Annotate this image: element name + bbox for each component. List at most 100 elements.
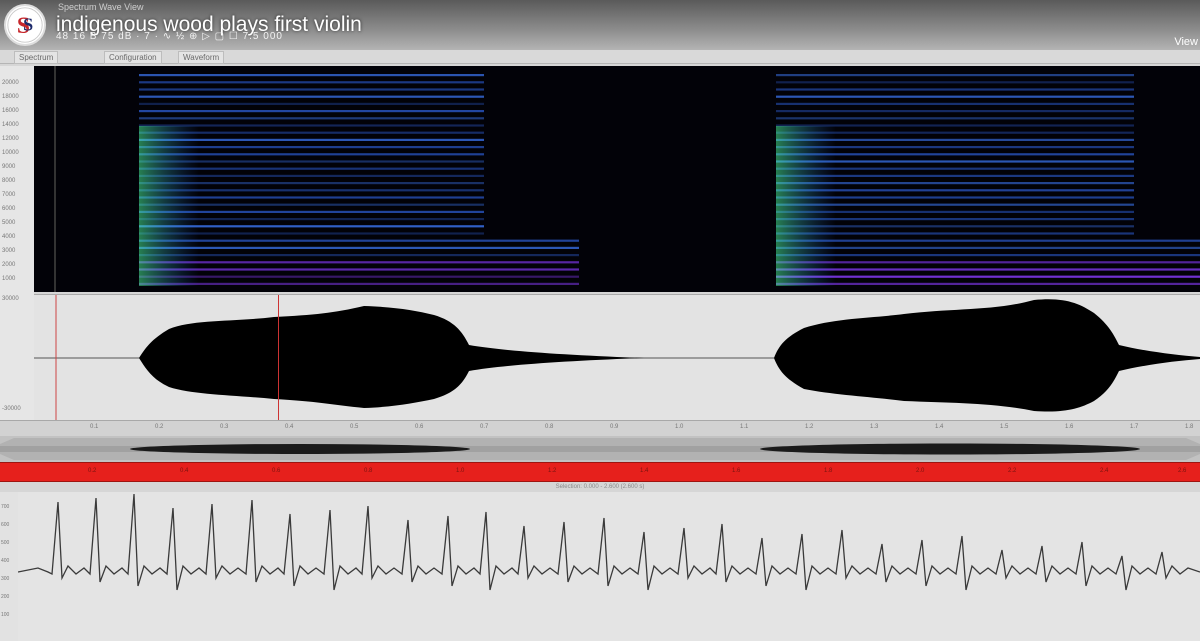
- overview-strip[interactable]: [0, 436, 1200, 462]
- y-tick: 5000: [2, 220, 15, 226]
- waveform-note-1: [139, 306, 644, 408]
- harmonic-band: [139, 261, 579, 263]
- status-text: Selection: 0.000 - 2.600 (2.600 s): [0, 484, 1200, 490]
- time-tick: 1.8: [1185, 424, 1193, 430]
- graph-tick: 500: [1, 540, 9, 546]
- red-tick: 0.2: [88, 468, 96, 474]
- toolbar: Spectrum Configuration Waveform: [0, 50, 1200, 64]
- time-tick: 1.2: [805, 424, 813, 430]
- time-tick: 1.0: [675, 424, 683, 430]
- wave-top-label: 30000: [2, 296, 19, 302]
- harmonic-band: [139, 240, 579, 242]
- red-tick: 1.2: [548, 468, 556, 474]
- harmonic-band: [139, 110, 484, 112]
- analysis-graph-canvas[interactable]: [18, 492, 1200, 641]
- overview-canvas[interactable]: [0, 436, 1200, 462]
- time-tick: 0.7: [480, 424, 488, 430]
- graph-tick: 200: [1, 594, 9, 600]
- spectrogram-y-axis: 20000 18000 16000 14000 12000 10000 9000…: [0, 66, 34, 294]
- harmonic-band: [776, 276, 1200, 278]
- harmonic-band: [139, 276, 579, 278]
- wave-bottom-label: -30000: [2, 406, 21, 412]
- graph-y-axis: 700 600 500 400 300 200 100: [0, 492, 18, 641]
- y-tick: 4000: [2, 234, 15, 240]
- red-tick: 0.4: [180, 468, 188, 474]
- svg-text:S: S: [23, 14, 33, 34]
- y-tick: 2000: [2, 262, 15, 268]
- harmonic-band: [776, 283, 1200, 285]
- time-tick: 0.8: [545, 424, 553, 430]
- harmonic-band: [776, 81, 1134, 83]
- cursor-line: [54, 66, 56, 292]
- graph-tick: 100: [1, 612, 9, 618]
- red-tick: 1.0: [456, 468, 464, 474]
- harmonic-band: [776, 240, 1200, 242]
- spectrogram-canvas[interactable]: [34, 66, 1200, 292]
- harmonic-band: [139, 268, 579, 270]
- harmonic-band: [776, 88, 1134, 90]
- harmonic-band: [139, 247, 579, 249]
- time-tick: 0.3: [220, 424, 228, 430]
- harmonic-band: [776, 268, 1200, 270]
- title-bar: S S Spectrum Wave View indigenous wood p…: [0, 0, 1200, 50]
- harmonic-band: [776, 74, 1134, 76]
- red-tick: 2.4: [1100, 468, 1108, 474]
- attack-burst: [776, 126, 836, 286]
- waveform-view[interactable]: [34, 294, 1200, 420]
- y-tick: 14000: [2, 122, 19, 128]
- harmonic-band: [139, 96, 484, 98]
- app-logo-icon[interactable]: S S: [4, 4, 46, 46]
- analysis-graph[interactable]: [18, 492, 1200, 641]
- y-tick: 20000: [2, 80, 19, 86]
- graph-tick: 600: [1, 522, 9, 528]
- tab-configuration[interactable]: Configuration: [104, 51, 162, 64]
- attack-burst: [139, 126, 199, 286]
- harmonic-band: [139, 74, 484, 76]
- waveform-canvas[interactable]: [34, 295, 1200, 420]
- time-tick: 1.3: [870, 424, 878, 430]
- red-tick: 1.4: [640, 468, 648, 474]
- harmonic-band: [139, 254, 579, 256]
- harmonic-band: [139, 103, 484, 105]
- harmonic-band: [139, 283, 579, 285]
- time-tick: 0.2: [155, 424, 163, 430]
- window-caption: Spectrum Wave View: [58, 2, 144, 12]
- harmonic-band: [139, 81, 484, 83]
- red-tick: 2.0: [916, 468, 924, 474]
- harmonic-band: [139, 117, 484, 119]
- time-tick: 0.1: [90, 424, 98, 430]
- red-tick: 1.8: [824, 468, 832, 474]
- waveform-y-axis: 30000 -30000: [0, 294, 34, 420]
- y-tick: 9000: [2, 164, 15, 170]
- overview-note-2: [760, 444, 1140, 455]
- tab-spectrum[interactable]: Spectrum: [14, 51, 58, 64]
- graph-tick: 300: [1, 576, 9, 582]
- title-subline: 48 16 B 75 dB · 7 · ∿ ½ ⊕ ▷ ▢ ☐ 7.5 000: [56, 31, 283, 42]
- time-tick: 0.5: [350, 424, 358, 430]
- y-tick: 10000: [2, 150, 19, 156]
- harmonic-band: [776, 110, 1134, 112]
- harmonic-band: [776, 261, 1200, 263]
- harmonic-band: [776, 96, 1134, 98]
- graph-tick: 400: [1, 558, 9, 564]
- time-ruler[interactable]: 0.1 0.2 0.3 0.4 0.5 0.6 0.7 0.8 0.9 1.0 …: [0, 420, 1200, 436]
- playhead[interactable]: [278, 295, 279, 420]
- harmonic-band: [776, 117, 1134, 119]
- red-tick: 2.6: [1178, 468, 1186, 474]
- time-tick: 1.4: [935, 424, 943, 430]
- waveform-note-2: [774, 299, 1200, 411]
- selection-bar[interactable]: 0.2 0.4 0.6 0.8 1.0 1.2 1.4 1.6 1.8 2.0 …: [0, 462, 1200, 482]
- tab-waveform[interactable]: Waveform: [178, 51, 224, 64]
- analysis-trace: [18, 494, 1200, 590]
- harmonic-band: [776, 247, 1200, 249]
- y-tick: 7000: [2, 192, 15, 198]
- time-tick: 1.5: [1000, 424, 1008, 430]
- y-tick: 6000: [2, 206, 15, 212]
- time-tick: 1.1: [740, 424, 748, 430]
- overview-note-1: [130, 444, 470, 454]
- view-menu[interactable]: View: [1174, 36, 1198, 48]
- red-tick: 1.6: [732, 468, 740, 474]
- y-tick: 3000: [2, 248, 15, 254]
- time-tick: 0.6: [415, 424, 423, 430]
- spectrogram-view[interactable]: [34, 66, 1200, 292]
